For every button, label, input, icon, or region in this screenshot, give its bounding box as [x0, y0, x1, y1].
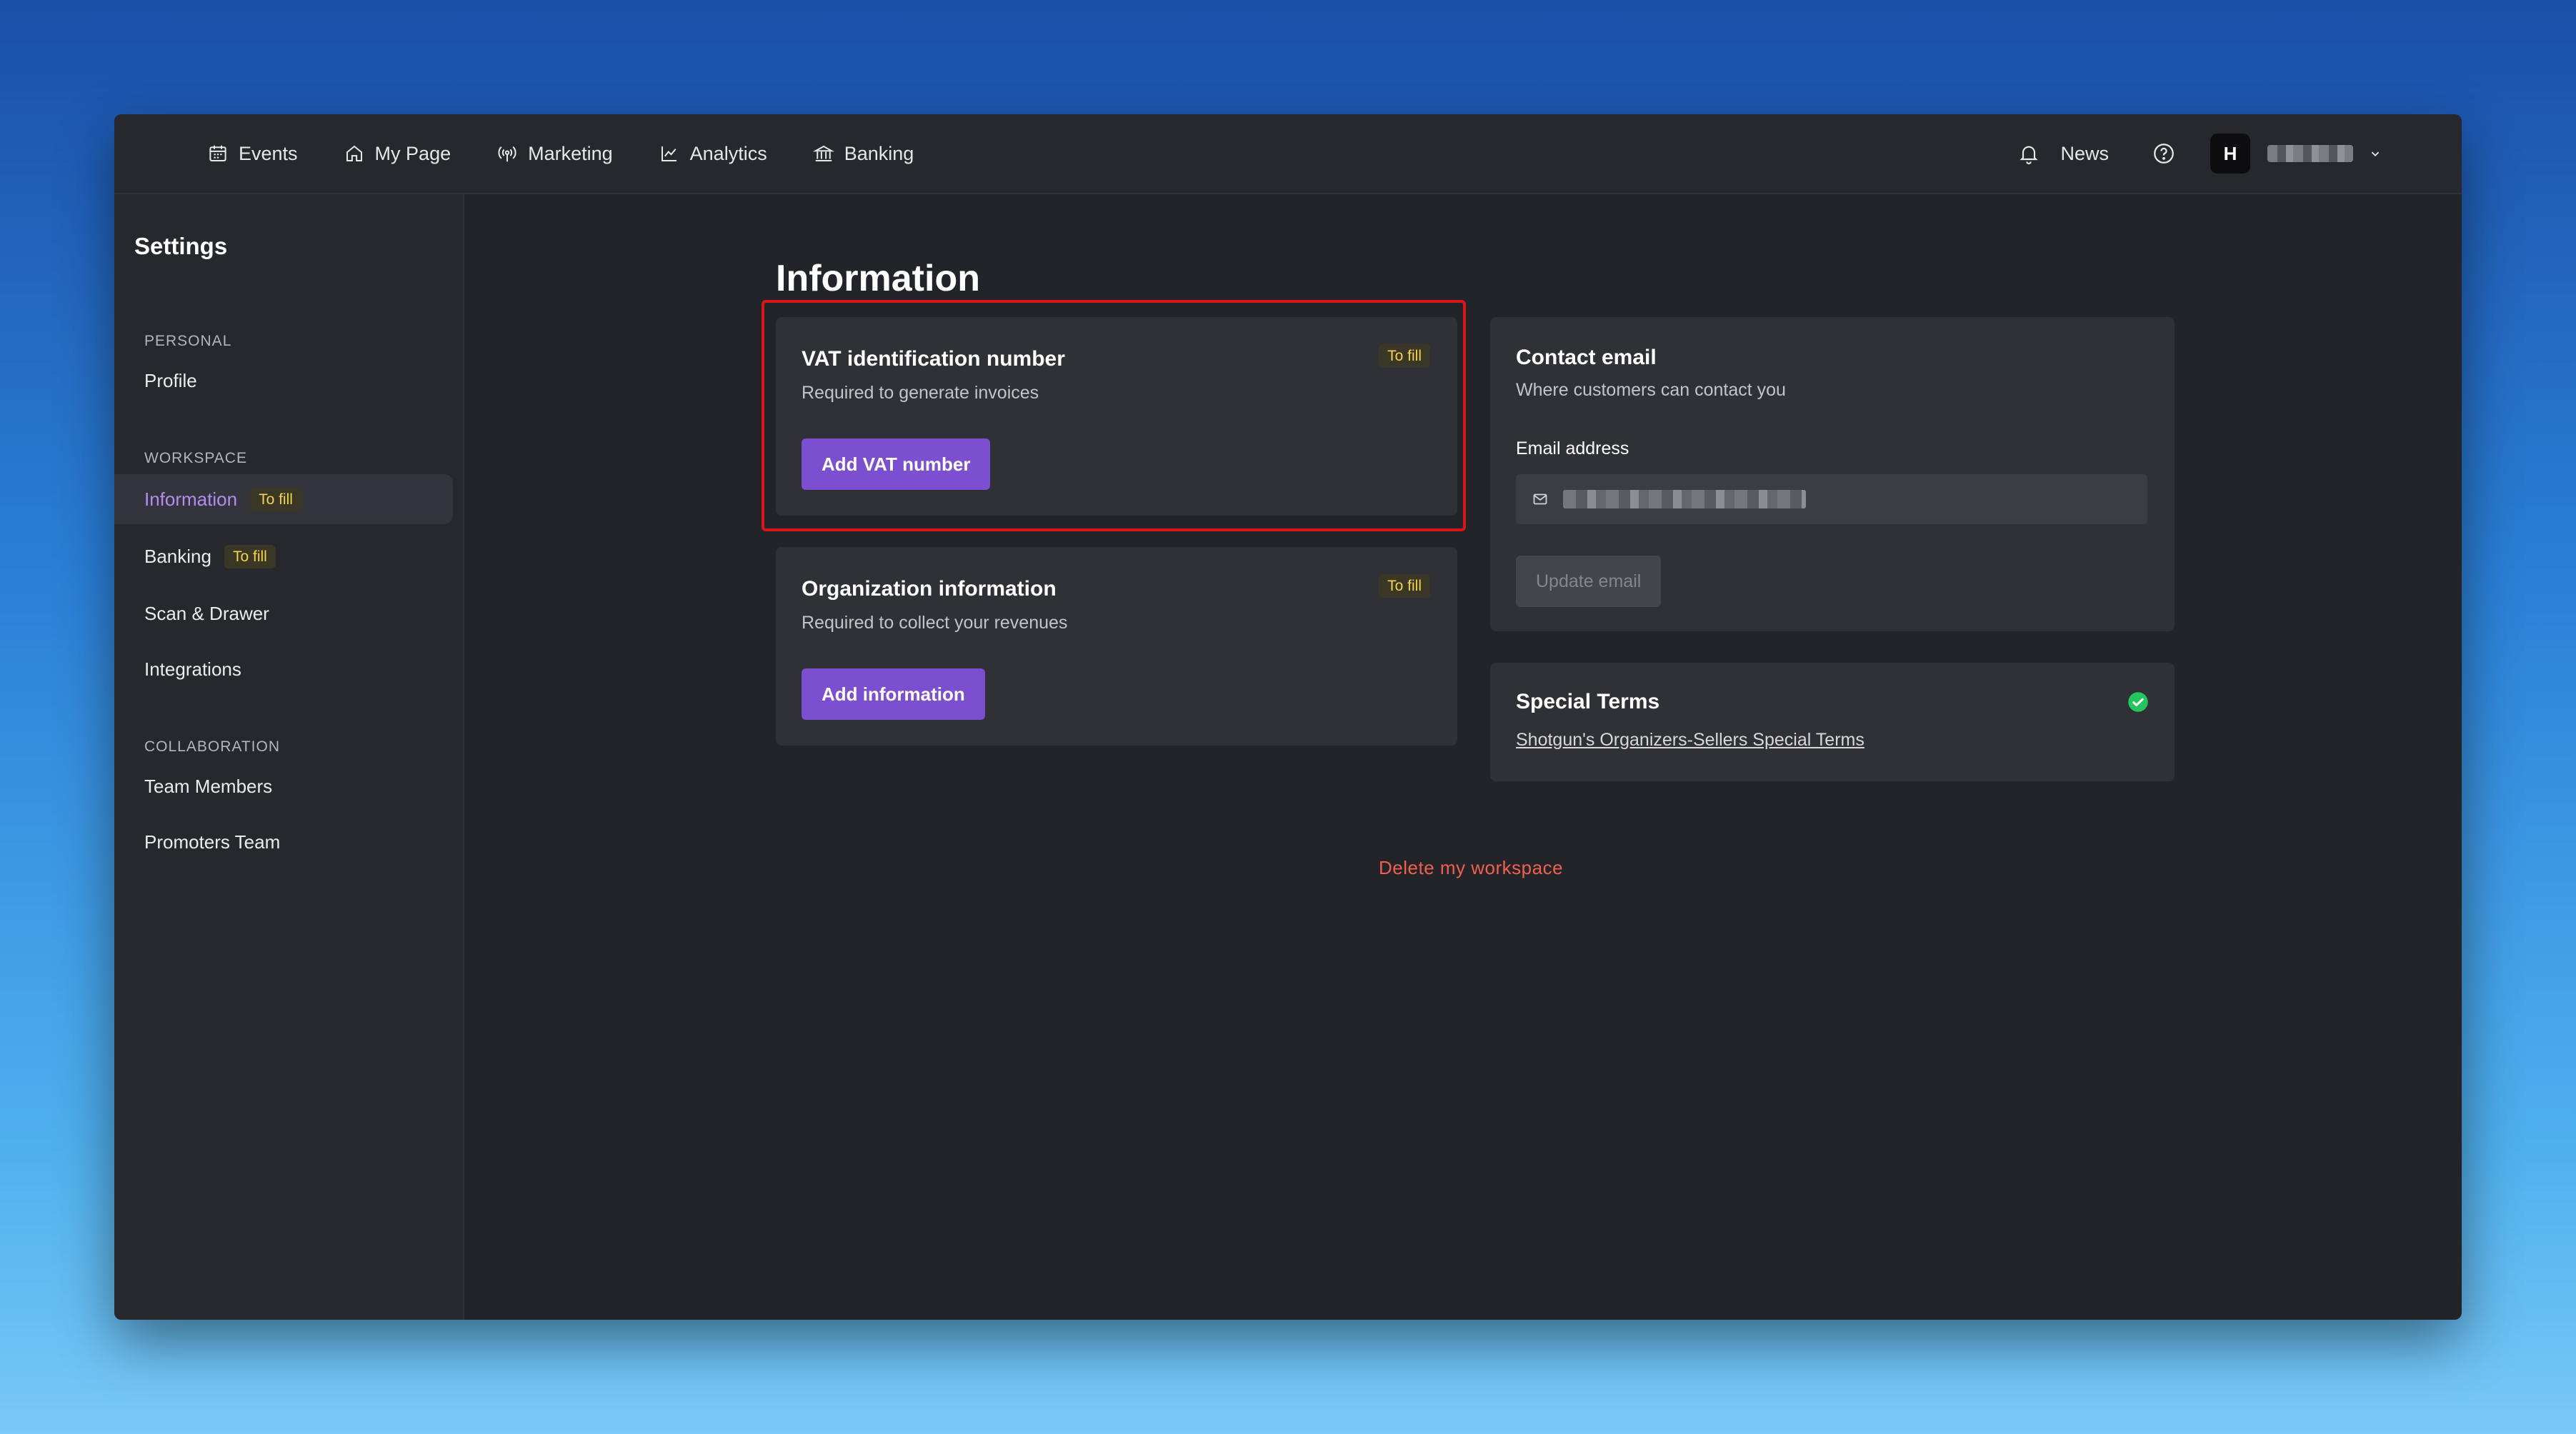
section-collaboration: COLLABORATION [144, 738, 280, 755]
sidebar-item-label: Profile [144, 369, 197, 391]
vat-card: VAT identification number Required to ge… [776, 317, 1457, 516]
nav-label: Events [239, 142, 298, 164]
delete-workspace-link[interactable]: Delete my workspace [1379, 857, 1563, 879]
contact-card-subtitle: Where customers can contact you [1516, 380, 1786, 400]
top-bar: Events My Page Marketing Analytics Banki… [114, 114, 2462, 194]
calendar-icon [209, 145, 226, 161]
sidebar-item-scan-drawer[interactable]: Scan & Drawer [114, 588, 453, 638]
main-nav: Events My Page Marketing Analytics Banki… [207, 114, 959, 193]
sidebar-item-banking[interactable]: Banking To fill [114, 531, 453, 581]
app-window: Events My Page Marketing Analytics Banki… [114, 114, 2462, 1320]
organization-card-subtitle: Required to collect your revenues [802, 613, 1068, 633]
nav-item-banking[interactable]: Banking [812, 142, 914, 165]
mail-icon [1533, 493, 1547, 505]
contact-card-title: Contact email [1516, 346, 1657, 369]
avatar[interactable]: H [2210, 134, 2250, 174]
special-terms-title: Special Terms [1516, 690, 1660, 713]
add-vat-number-button[interactable]: Add VAT number [802, 438, 991, 490]
check-circle-icon [2128, 692, 2148, 712]
account-nav: News H [2017, 114, 2383, 193]
nav-item-marketing[interactable]: Marketing [496, 143, 613, 165]
section-workspace: WORKSPACE [144, 450, 247, 466]
sidebar-item-promoters-team[interactable]: Promoters Team [114, 817, 453, 867]
news-button[interactable]: News [2017, 142, 2109, 165]
sidebar-item-information[interactable]: Information To fill [114, 474, 453, 524]
news-label: News [2060, 142, 2109, 164]
sidebar-item-team-members[interactable]: Team Members [114, 761, 453, 811]
to-fill-badge: To fill [224, 544, 276, 568]
special-terms-link[interactable]: Shotgun's Organizers-Sellers Special Ter… [1516, 730, 1864, 751]
to-fill-badge: To fill [1379, 574, 1430, 598]
settings-sidebar: Settings PERSONAL Profile WORKSPACE Info… [114, 194, 464, 1320]
bell-icon [2020, 146, 2039, 164]
sidebar-item-label: Promoters Team [144, 831, 281, 853]
sidebar-item-integrations[interactable]: Integrations [114, 644, 453, 694]
sidebar-item-label: Integrations [144, 658, 241, 680]
organization-card: Organization information Required to col… [776, 547, 1457, 746]
home-icon [346, 145, 362, 161]
nav-label: Banking [844, 142, 914, 164]
sidebar-item-label: Banking [144, 545, 211, 567]
update-email-button[interactable]: Update email [1516, 556, 1662, 607]
email-field-label: Email address [1516, 438, 1629, 458]
chevron-down-icon[interactable] [2367, 146, 2383, 161]
to-fill-badge: To fill [1379, 344, 1430, 368]
page-title: Information [776, 258, 980, 299]
email-value-redacted [1563, 490, 1806, 508]
vat-card-subtitle: Required to generate invoices [802, 383, 1039, 403]
nav-item-my-page[interactable]: My Page [344, 143, 451, 165]
nav-item-events[interactable]: Events [207, 143, 298, 165]
email-field[interactable] [1516, 474, 2147, 524]
help-icon[interactable] [2152, 141, 2176, 166]
special-terms-card: Special Terms Shotgun's Organizers-Selle… [1490, 663, 2175, 781]
sidebar-title: Settings [134, 233, 228, 259]
section-personal: PERSONAL [144, 333, 232, 349]
nav-label: My Page [374, 142, 451, 164]
nav-label: Analytics [689, 142, 767, 164]
chart-icon [661, 146, 677, 161]
bank-icon [812, 145, 834, 161]
sidebar-item-profile[interactable]: Profile [114, 356, 453, 406]
contact-email-card: Contact email Where customers can contac… [1490, 317, 2175, 631]
nav-item-analytics[interactable]: Analytics [659, 143, 767, 165]
organization-card-title: Organization information [802, 577, 1057, 601]
add-information-button[interactable]: Add information [802, 668, 985, 720]
broadcast-icon [498, 146, 516, 162]
nav-label: Marketing [528, 142, 613, 164]
sidebar-item-label: Scan & Drawer [144, 602, 269, 624]
vat-card-title: VAT identification number [802, 347, 1065, 371]
sidebar-item-label: Team Members [144, 775, 273, 797]
to-fill-badge: To fill [250, 487, 301, 511]
account-name-redacted[interactable] [2267, 145, 2353, 162]
sidebar-item-label: Information [144, 488, 238, 510]
